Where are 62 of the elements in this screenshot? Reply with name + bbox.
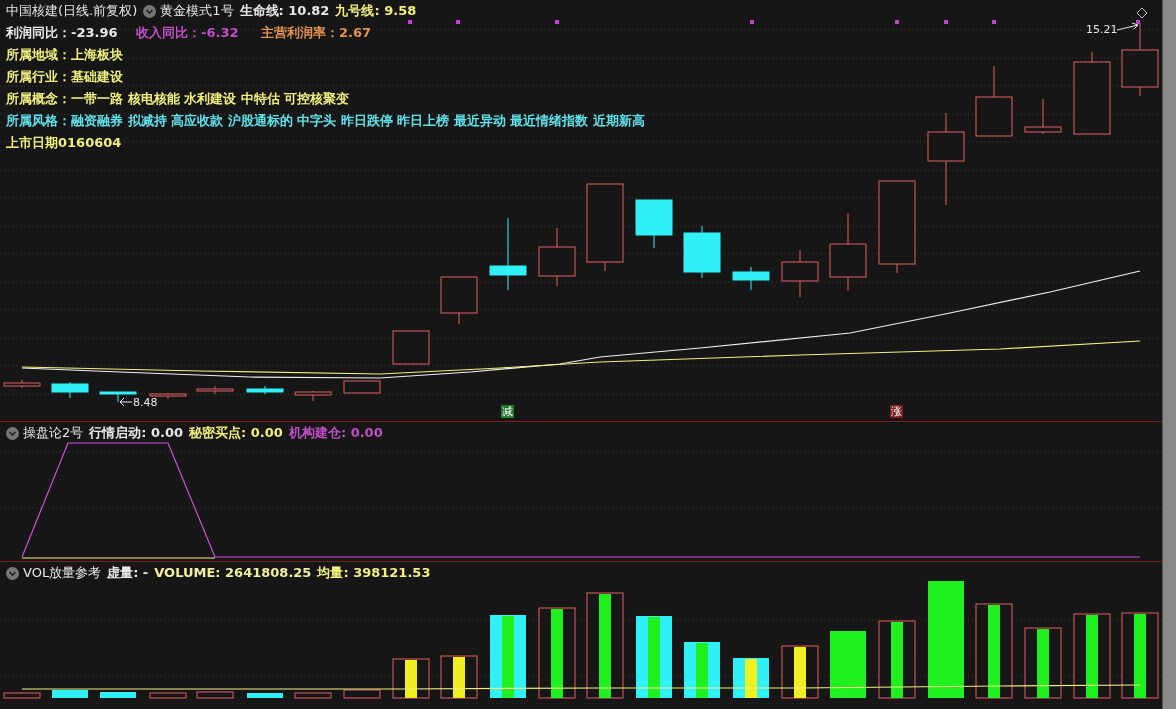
indicator-name: 操盘论2号 [23, 425, 84, 440]
indicator-reading: VOLUME: 2641808.25 [154, 565, 312, 580]
stat-text: 利润同比：-23.96 [6, 24, 119, 42]
volume-bar [52, 690, 88, 698]
candlestick [781, 249, 819, 298]
volume-bar [343, 689, 381, 699]
candlestick [149, 392, 187, 400]
price-label: 8.48 [133, 395, 158, 411]
indicator-reading: 行情启动: 0.00 [89, 425, 184, 440]
volume-bar [3, 692, 41, 699]
candlestick [683, 225, 721, 279]
volume-bar [684, 642, 720, 698]
price-label: 15.21 [1086, 22, 1118, 38]
volume-bar [196, 691, 234, 699]
indicator-name: VOL放量参考 [23, 565, 102, 580]
stat-text: 主营利润率：2.67 [261, 24, 373, 42]
chart-title: 中国核建(日线.前复权) [6, 3, 138, 18]
candlestick [246, 385, 284, 395]
stat-text: 收入同比：-6.32 [136, 24, 240, 42]
indicator-reading: 秘密买点: 0.00 [189, 425, 283, 440]
candlestick [392, 330, 430, 365]
info-line: 所属行业：基础建设 [6, 69, 123, 84]
arrow-icon [1116, 22, 1140, 32]
volume-bar [440, 655, 478, 699]
collapse-icon[interactable] [6, 427, 19, 440]
candlestick [1024, 98, 1062, 135]
info-line: 所属风格：融资融券 拟减持 高应收款 沪股通标的 中字头 昨日跌停 昨日上榜 最近异动 最近情绪指数 近期新高 [6, 113, 645, 128]
signal-tag: 减 [501, 405, 514, 418]
scrollbar[interactable] [1162, 0, 1176, 709]
indicator-reading: 均量: 398121.53 [317, 565, 431, 580]
volume-bar [781, 645, 819, 699]
candlestick [635, 199, 673, 249]
indicator-reading: 生命线: 10.82 [239, 3, 330, 18]
candlestick [975, 65, 1013, 137]
candlestick [732, 266, 770, 291]
volume-bar [830, 631, 866, 698]
candlestick [51, 381, 89, 399]
volume-bar [149, 692, 187, 699]
collapse-icon[interactable] [6, 567, 19, 580]
candlestick [538, 227, 576, 287]
collapse-icon[interactable] [143, 5, 157, 18]
volume-bar [392, 658, 430, 699]
info-line: 所属地域：上海板块 [6, 47, 123, 62]
arrow-icon [119, 397, 133, 407]
volume-bar [733, 658, 769, 698]
candlestick [440, 276, 478, 325]
volume-bar [247, 693, 283, 698]
candlestick [294, 390, 332, 402]
indicator-reading: 九号线: 9.58 [335, 3, 417, 18]
signal-tag: 涨 [890, 405, 903, 418]
candlestick [343, 380, 381, 394]
diamond-icon[interactable] [1136, 7, 1148, 19]
volume-bar [1024, 627, 1062, 699]
candlestick [3, 379, 41, 389]
volume-bar [100, 692, 136, 698]
indicator-name: 黄金模式1号 [160, 3, 234, 18]
candlestick [196, 385, 234, 395]
info-line: 上市日期0160604 [6, 135, 122, 150]
indicator-reading: 机构建仓: 0.00 [288, 425, 383, 440]
info-line: 所属概念：一带一路 核电核能 水利建设 中特估 可控核聚变 [6, 91, 350, 106]
indicator-reading: 虚量: - [107, 565, 149, 580]
volume-bar [294, 692, 332, 699]
